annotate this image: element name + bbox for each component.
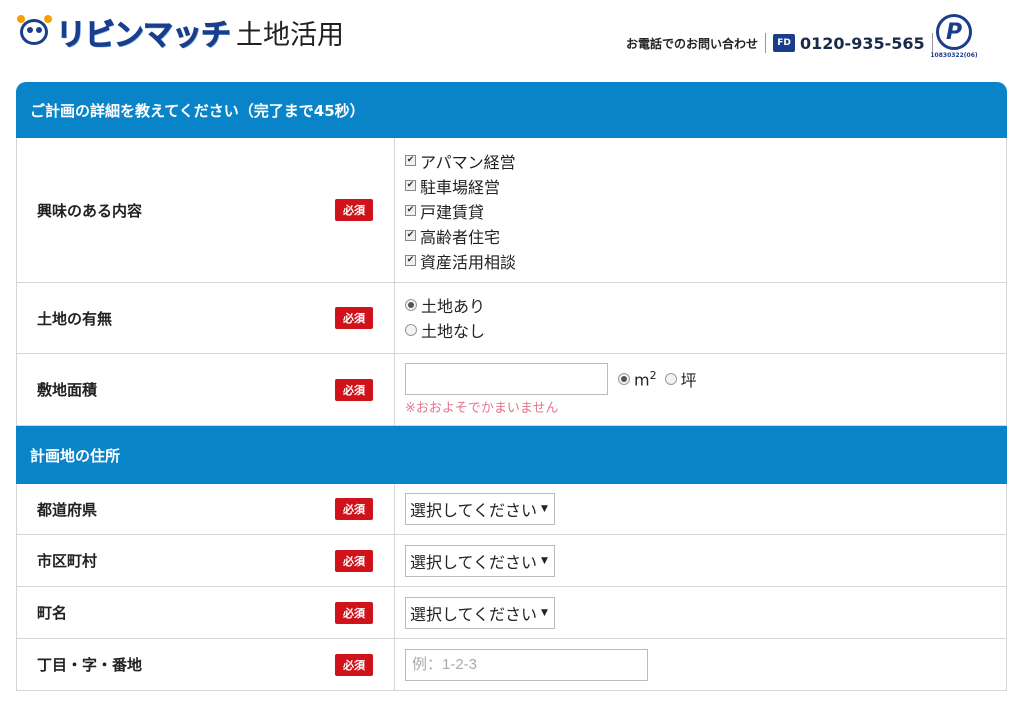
radio-selected-icon[interactable] <box>618 373 630 385</box>
city-cell: 選択してください ▼ <box>395 535 1006 586</box>
chevron-down-icon: ▼ <box>541 504 548 514</box>
section-title-plan-details: ご計画の詳細を教えてください（完了まで45秒） <box>16 82 1007 138</box>
unit-square-meter: m2 <box>634 368 657 390</box>
form-row-interest: 興味のある内容 必須 ✔ アパマン経営 ✔ 駐車場経営 ✔ 戸建賃貸 ✔ 高齢者住宅 ✔… <box>16 138 1007 283</box>
town-select[interactable]: 選択してください ▼ <box>405 596 555 629</box>
field-label-text: 興味のある内容 <box>37 201 143 220</box>
interest-options: ✔ アパマン経営 ✔ 駐車場経営 ✔ 戸建賃貸 ✔ 高齢者住宅 ✔ 資産活用相談 <box>395 138 1006 282</box>
land-options: 土地あり 土地なし <box>395 283 1006 353</box>
area-input[interactable] <box>405 363 608 395</box>
checkbox-checked-icon[interactable]: ✔ <box>405 230 416 241</box>
radio-label: 土地あり <box>421 296 486 316</box>
chevron-down-icon: ▼ <box>541 555 548 566</box>
checkbox-checked-icon[interactable]: ✔ <box>405 255 416 266</box>
radio-label: 土地なし <box>421 321 486 341</box>
radio-selected-icon[interactable] <box>405 298 417 311</box>
required-badge: 必須 <box>335 549 373 572</box>
area-note: ※おおよそでかまいません <box>405 401 559 416</box>
required-badge: 必須 <box>335 199 373 221</box>
checkbox-option[interactable]: ✔ 戸建賃貸 <box>405 198 1006 223</box>
form-row-town: 町名 必須 選択してください ▼ <box>16 587 1007 639</box>
field-label-text: 市区町村 <box>37 552 98 570</box>
checkbox-checked-icon[interactable]: ✔ <box>405 180 416 191</box>
field-label-land: 土地の有無 必須 <box>17 283 395 353</box>
town-cell: 選択してください ▼ <box>395 587 1006 638</box>
checkbox-label: 高齢者住宅 <box>420 227 501 247</box>
required-badge: 必須 <box>335 653 373 676</box>
brand-name: リビンマッチ <box>56 18 232 54</box>
field-label-text: 土地の有無 <box>37 309 113 328</box>
privacy-mark-icon: P 10830322(06) <box>930 6 978 62</box>
field-label-prefecture: 都道府県 必須 <box>17 484 395 534</box>
field-label-text: 都道府県 <box>37 500 98 519</box>
logo[interactable]: リビンマッチ 土地活用 <box>14 12 344 54</box>
page-header: リビンマッチ 土地活用 お電話でのお問い合わせ FD 0120-935-565 … <box>0 0 1024 70</box>
phone-number[interactable]: 0120-935-565 <box>800 34 925 53</box>
field-label-town: 町名 必須 <box>17 587 395 638</box>
contact-label: お電話でのお問い合わせ <box>626 36 759 51</box>
mascot-icon <box>14 15 54 49</box>
section-title-address: 計画地の住所 <box>16 426 1007 484</box>
form-row-city: 市区町村 必須 選択してください ▼ <box>16 535 1007 587</box>
radio-option[interactable]: 土地あり <box>405 292 1006 317</box>
brand-subtitle: 土地活用 <box>236 19 344 51</box>
checkbox-label: 駐車場経営 <box>420 177 501 197</box>
field-label-interest: 興味のある内容 必須 <box>17 138 395 282</box>
radio-icon[interactable] <box>405 323 417 336</box>
field-label-text: 丁目・字・番地 <box>37 656 143 674</box>
form-row-prefecture: 都道府県 必須 選択してください ▼ <box>16 484 1007 535</box>
contact-info: お電話でのお問い合わせ FD 0120-935-565 <box>626 30 940 56</box>
divider <box>765 33 767 53</box>
checkbox-label: 戸建賃貸 <box>420 202 485 222</box>
required-badge: 必須 <box>335 601 373 624</box>
prefecture-select[interactable]: 選択してください ▼ <box>405 493 555 525</box>
required-badge: 必須 <box>335 498 373 520</box>
form-row-area: 敷地面積 必須 m2 坪 ※おおよそでかまいません <box>16 354 1007 426</box>
radio-icon[interactable] <box>664 373 677 385</box>
radio-option[interactable]: 土地なし <box>405 317 1006 342</box>
checkbox-label: 資産活用相談 <box>420 252 517 272</box>
block-cell <box>395 639 1006 690</box>
checkbox-checked-icon[interactable]: ✔ <box>405 205 416 216</box>
field-label-city: 市区町村 必須 <box>17 535 395 586</box>
privacy-mark-letter: P <box>936 14 972 50</box>
area-input-group: m2 坪 ※おおよそでかまいません <box>395 354 1006 425</box>
form-row-block: 丁目・字・番地 必須 <box>16 639 1007 691</box>
checkbox-option[interactable]: ✔ 高齢者住宅 <box>405 223 1006 248</box>
field-label-area: 敷地面積 必須 <box>17 354 395 425</box>
checkbox-option[interactable]: ✔ 資産活用相談 <box>405 248 1006 273</box>
form-row-land: 土地の有無 必須 土地あり 土地なし <box>16 283 1007 354</box>
unit-tsubo: 坪 <box>680 371 697 390</box>
field-label-text: 敷地面積 <box>37 381 98 399</box>
block-address-input[interactable] <box>405 648 648 681</box>
city-select[interactable]: 選択してください ▼ <box>405 544 555 577</box>
field-label-block: 丁目・字・番地 必須 <box>17 639 395 690</box>
privacy-mark-number: 10830322(06) <box>930 52 978 59</box>
inquiry-form: ご計画の詳細を教えてください（完了まで45秒） 興味のある内容 必須 ✔ アパマン… <box>16 82 1007 691</box>
required-badge: 必須 <box>335 307 373 329</box>
checkbox-checked-icon[interactable]: ✔ <box>405 155 416 166</box>
chevron-down-icon: ▼ <box>541 607 548 618</box>
freedial-icon: FD <box>773 34 796 52</box>
checkbox-option[interactable]: ✔ 駐車場経営 <box>405 173 1006 198</box>
prefecture-cell: 選択してください ▼ <box>395 484 1006 534</box>
checkbox-label: アパマン経営 <box>420 152 516 172</box>
checkbox-option[interactable]: ✔ アパマン経営 <box>405 148 1006 173</box>
field-label-text: 町名 <box>37 604 68 622</box>
required-badge: 必須 <box>335 378 373 401</box>
